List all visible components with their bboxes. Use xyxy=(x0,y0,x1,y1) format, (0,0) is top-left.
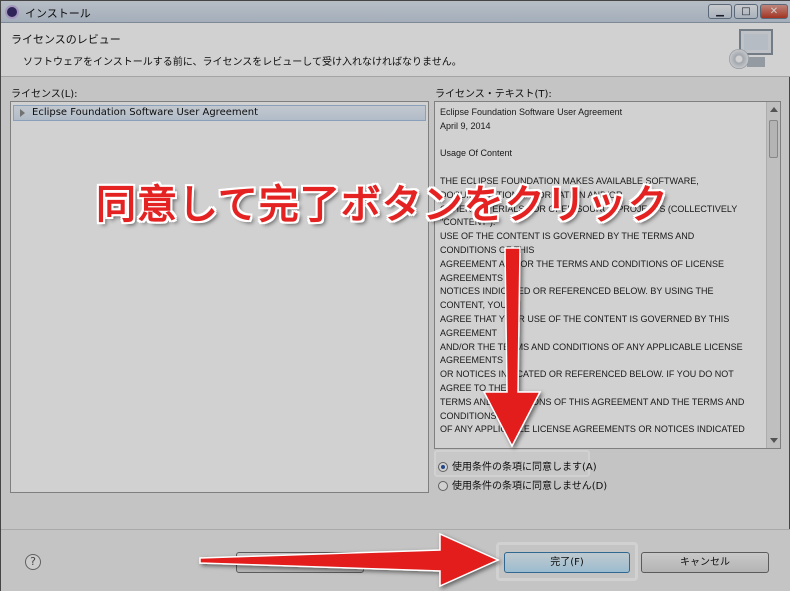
license-text-line: AND/OR THE TERMS AND CONDITIONS OF ANY A… xyxy=(440,341,743,352)
help-icon[interactable]: ? xyxy=(25,554,41,570)
license-text-line: OR NOTICES INDICATED OR REFERENCED BELOW… xyxy=(440,369,734,380)
back-button[interactable]: < 戻る(B) xyxy=(236,552,364,573)
scroll-up-icon[interactable] xyxy=(770,107,778,112)
license-tree[interactable]: Eclipse Foundation Software User Agreeme… xyxy=(10,101,429,493)
license-text-line: NOTICES INDICATED OR REFERENCED BELOW. B… xyxy=(440,286,714,297)
instruction-annotation: 同意して完了ボタンをクリック xyxy=(96,182,669,228)
page-title: ライセンスのレビュー xyxy=(11,33,121,46)
license-text-line: CONDITIONS xyxy=(440,410,497,421)
license-text-area[interactable]: Eclipse Foundation Software User Agreeme… xyxy=(434,101,781,449)
license-text-line: AGREEMENTS OR xyxy=(440,272,520,283)
license-text-line: AGREEMENT AND/OR THE TERMS AND CONDITION… xyxy=(440,258,725,269)
accept-radio[interactable]: 使用条件の条項に同意します(A) xyxy=(438,458,597,473)
install-dialog: インストール ▁ □ ✕ ライセンスのレビュー ソフトウェアをインストールする前… xyxy=(0,0,790,591)
license-text-line: OF ANY APPLICABLE LICENSE AGREEMENTS OR … xyxy=(440,424,745,435)
cancel-button[interactable]: キャンセル xyxy=(641,552,769,573)
decline-radio[interactable]: 使用条件の条項に同意しません(D) xyxy=(438,477,607,492)
license-text-line: CONDITIONS OF THIS xyxy=(440,244,535,255)
disc-icon xyxy=(729,49,749,69)
accept-radio-label: 使用条件の条項に同意します(A) xyxy=(452,462,597,473)
license-text-line: Usage Of Content xyxy=(440,148,513,159)
license-text-line: USE OF THE CONTENT IS GOVERNED BY THE TE… xyxy=(440,231,695,242)
license-text-content: Eclipse Foundation Software User Agreeme… xyxy=(440,106,766,437)
license-text-line: AGREE THAT YOUR USE OF THE CONTENT IS GO… xyxy=(440,313,730,324)
license-text-line: April 9, 2014 xyxy=(440,120,491,131)
licenses-label: ライセンス(L): xyxy=(11,89,78,100)
window-title: インストール xyxy=(25,7,91,20)
page-description: ソフトウェアをインストールする前に、ライセンスをレビューして受け入れなければなり… xyxy=(23,57,462,68)
license-tree-item[interactable]: Eclipse Foundation Software User Agreeme… xyxy=(13,105,426,121)
accept-radio-button[interactable] xyxy=(438,462,448,472)
monitor-stand xyxy=(747,57,765,67)
close-button[interactable]: ✕ xyxy=(760,4,788,19)
license-text-line: AGREEMENTS xyxy=(440,355,504,366)
expand-arrow-icon[interactable] xyxy=(20,109,25,117)
license-tree-item-label: Eclipse Foundation Software User Agreeme… xyxy=(32,107,259,118)
license-text-line: AGREE TO THE xyxy=(440,382,507,393)
scroll-down-icon[interactable] xyxy=(770,438,778,443)
license-text-line: Eclipse Foundation Software User Agreeme… xyxy=(440,107,623,117)
license-text-line: AGREEMENT xyxy=(440,327,498,338)
monitor-disc-icon xyxy=(727,27,777,73)
scroll-thumb[interactable] xyxy=(769,120,778,158)
license-text-line: TERMS AND CONDITIONS OF THIS AGREEMENT A… xyxy=(440,396,745,407)
decline-radio-button[interactable] xyxy=(438,481,448,491)
minimize-button[interactable]: ▁ xyxy=(708,4,732,19)
title-bar: インストール ▁ □ ✕ xyxy=(1,1,790,23)
license-text-line xyxy=(440,134,766,148)
finish-button[interactable]: 完了(F) xyxy=(504,552,630,573)
license-text-line: CONTENT, YOU xyxy=(440,300,507,311)
maximize-button[interactable]: □ xyxy=(734,4,758,19)
decline-radio-label: 使用条件の条項に同意しません(D) xyxy=(452,481,608,492)
license-text-scrollbar[interactable] xyxy=(766,102,780,448)
page-header: ライセンスのレビュー ソフトウェアをインストールする前に、ライセンスをレビューし… xyxy=(1,23,790,77)
eclipse-icon xyxy=(5,5,19,19)
license-text-label: ライセンス・テキスト(T): xyxy=(435,89,552,100)
